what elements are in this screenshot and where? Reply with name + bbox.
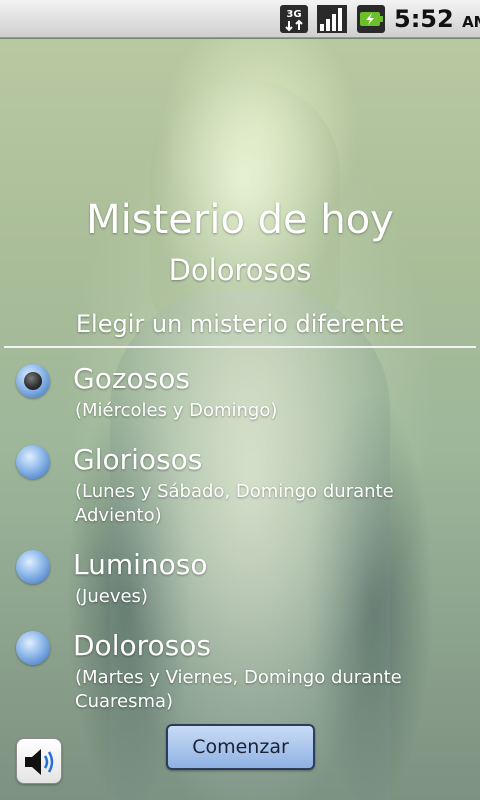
option-label: Gozosos xyxy=(73,362,190,395)
page-title: Misterio de hoy xyxy=(86,197,394,243)
signal-icon xyxy=(317,5,347,33)
clock-ampm: AM xyxy=(462,13,480,31)
clock: 5:52 AM xyxy=(394,4,480,34)
radio-gozosos[interactable] xyxy=(16,364,50,398)
option-label: Dolorosos xyxy=(73,629,211,662)
option-sublabel: (Martes y Viernes, Domingo durante Cuare… xyxy=(75,667,402,712)
radio-dolorosos[interactable] xyxy=(16,631,50,665)
start-button[interactable]: Comenzar xyxy=(166,724,315,770)
battery-charging-icon xyxy=(357,5,385,33)
divider xyxy=(4,346,476,348)
svg-text:3G: 3G xyxy=(286,9,301,20)
option-label: Luminoso xyxy=(73,548,208,581)
speaker-icon xyxy=(25,749,54,775)
option-sublabel: (Lunes y Sábado, Domingo durante Advient… xyxy=(75,481,394,526)
speaker-button[interactable] xyxy=(16,738,62,784)
radio-gloriosos[interactable] xyxy=(16,445,50,479)
choose-mystery-heading: Elegir un misterio diferente xyxy=(75,310,405,338)
status-bar: 3G 5:52 AM xyxy=(0,0,480,38)
option-label: Gloriosos xyxy=(73,443,203,476)
radio-luminoso[interactable] xyxy=(16,550,50,584)
option-sublabel: (Jueves) xyxy=(75,586,148,607)
network-3g-icon: 3G xyxy=(280,5,308,33)
today-mystery: Dolorosos xyxy=(168,253,312,287)
clock-time: 5:52 xyxy=(394,5,454,33)
option-sublabel: (Miércoles y Domingo) xyxy=(75,400,278,421)
